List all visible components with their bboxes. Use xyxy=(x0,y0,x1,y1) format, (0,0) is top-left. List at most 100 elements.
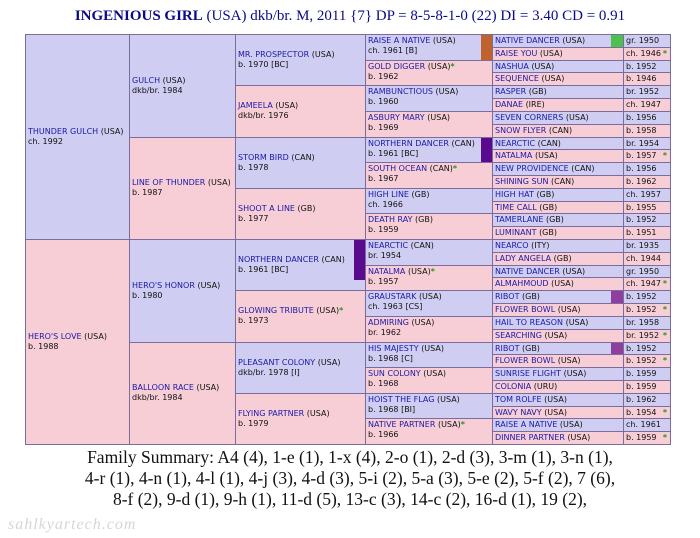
horse-name[interactable]: SUNRISE FLIGHT xyxy=(495,369,561,378)
horse-name[interactable]: LINE OF THUNDER xyxy=(132,178,205,187)
horse-info: br. 1962 xyxy=(368,327,402,337)
horse-name[interactable]: SUN COLONY xyxy=(368,369,421,378)
horse-name[interactable]: WAVY NAVY xyxy=(495,408,542,417)
horse-name[interactable]: LADY ANGELA xyxy=(495,254,551,263)
horse-name[interactable]: ASBURY MARY xyxy=(368,113,425,122)
horse-name[interactable]: GLOWING TRIBUTE xyxy=(238,306,314,315)
pedigree-cell-g5: NEW PROVIDENCE (CAN) b. 1956 xyxy=(492,162,671,176)
horse-info-column: br. 1935 [BC] xyxy=(623,240,670,252)
horse-country: (GB) xyxy=(545,215,564,225)
star-marker: * xyxy=(662,356,667,366)
star-marker: * xyxy=(662,279,667,289)
horse-country: (GB) xyxy=(553,253,572,263)
pedigree-cell-g5: TIME CALL (GB) b. 1955 xyxy=(492,200,671,215)
pedigree-cell-g3: JAMEELA (USA) dkb/br. 1976 xyxy=(235,85,366,138)
horse-name[interactable]: NASHUA xyxy=(495,62,529,71)
horse-name[interactable]: BALLOON RACE xyxy=(132,383,194,392)
horse-name[interactable]: NORTHERN DANCER xyxy=(238,255,319,264)
horse-info-column: b. 1959 xyxy=(623,368,670,380)
horse-name[interactable]: HOIST THE FLAG xyxy=(368,395,434,404)
horse-name[interactable]: SOUTH OCEAN xyxy=(368,164,427,173)
horse-name[interactable]: TIME CALL xyxy=(495,203,537,212)
horse-name[interactable]: RAISE YOU xyxy=(495,49,537,58)
star-marker: * xyxy=(662,330,667,340)
pedigree-cell-g5: SHINING SUN (CAN) b. 1962 xyxy=(492,174,671,189)
horse-country: (CAN) xyxy=(291,152,315,162)
horse-info: b. 1958 xyxy=(626,125,657,135)
star-marker: * xyxy=(452,164,458,174)
horse-name[interactable]: NEW PROVIDENCE xyxy=(495,164,569,173)
horse-name[interactable]: TAMERLANE xyxy=(495,215,543,224)
horse-info: b. 1960 xyxy=(368,97,399,107)
horse-name[interactable]: NATALMA xyxy=(495,151,532,160)
horse-name[interactable]: NEARCO xyxy=(495,241,529,250)
horse-country: (USA) xyxy=(432,36,456,45)
horse-name[interactable]: RASPER xyxy=(495,87,526,96)
horse-name[interactable]: SNOW FLYER xyxy=(495,126,546,135)
horse-name[interactable]: NATIVE DANCER xyxy=(495,267,560,276)
horse-name[interactable]: SEQUENCE xyxy=(495,74,539,83)
horse-country: (GB) xyxy=(522,343,540,353)
horse-name[interactable]: RIBOT xyxy=(495,292,519,301)
pedigree-cell-g4: GRAUSTARK (USA) ch. 1963 [CS] xyxy=(365,290,493,317)
horse-name[interactable]: RAISE A NATIVE xyxy=(368,36,430,45)
horse-name[interactable]: TOM ROLFE xyxy=(495,395,542,404)
horse-name[interactable]: HERO'S HONOR xyxy=(132,281,195,290)
horse-name[interactable]: PLEASANT COLONY xyxy=(238,358,315,367)
horse-name[interactable]: GOLD DIGGER xyxy=(368,62,425,71)
horse-info: b. 1962 xyxy=(626,176,657,186)
horse-name[interactable]: NATALMA xyxy=(368,267,405,276)
horse-name[interactable]: MR. PROSPECTOR xyxy=(238,50,309,59)
horse-name[interactable]: COLONIA xyxy=(495,382,531,391)
horse-info: br. 1954 xyxy=(626,138,660,148)
horse-name[interactable]: DEATH RAY xyxy=(368,215,412,224)
horse-info-column: b. 1954 * xyxy=(623,406,670,419)
horse-name[interactable]: ALMAHMOUD xyxy=(495,279,549,288)
horse-name[interactable]: SHOOT A LINE xyxy=(238,204,295,213)
horse-name[interactable]: DINNER PARTNER xyxy=(495,433,565,442)
pedigree-chart: THUNDER GULCH (USA) ch. 1992 HERO'S LOVE (… xyxy=(25,34,671,445)
horse-info-column: b. 1959 * xyxy=(623,432,670,444)
horse-name[interactable]: NORTHERN DANCER xyxy=(368,139,449,148)
horse-name[interactable]: RIBOT xyxy=(495,344,519,353)
horse-info: b. 1957 xyxy=(626,151,657,161)
horse-name[interactable]: SEVEN CORNERS xyxy=(495,113,563,122)
horse-name[interactable]: NATIVE PARTNER xyxy=(368,420,435,429)
horse-name[interactable]: GULCH xyxy=(132,76,160,85)
horse-name[interactable]: SEARCHING xyxy=(495,331,542,340)
horse-name[interactable]: THUNDER GULCH xyxy=(28,127,98,136)
horse-name[interactable]: NEARCTIC xyxy=(368,241,408,250)
horse-name[interactable]: RAISE A NATIVE xyxy=(495,420,557,429)
star-marker: * xyxy=(450,61,455,71)
pedigree-cell-g5: FLOWER BOWL (USA) b. 1952 * xyxy=(492,354,671,369)
horse-name[interactable]: DANAE xyxy=(495,100,523,109)
horse-name[interactable]: FLYING PARTNER xyxy=(238,409,304,418)
horse-name[interactable]: HERO'S LOVE xyxy=(28,332,82,341)
horse-name[interactable]: HIGH LINE xyxy=(368,190,409,199)
horse-country: (USA) xyxy=(544,394,567,404)
pedigree-cell-g5: SEQUENCE (USA) b. 1946 xyxy=(492,72,671,87)
horse-name[interactable]: LUMINANT xyxy=(495,228,537,237)
pedigree-title: INGENIOUS GIRL (USA) dkb/br. M, 2011 {7}… xyxy=(0,8,700,25)
horse-info: b. 1956 xyxy=(626,112,657,122)
horse-country: (USA) xyxy=(531,61,555,71)
horse-name[interactable]: HAIL TO REASON xyxy=(495,318,563,327)
horse-name[interactable]: JAMEELA xyxy=(238,101,273,110)
horse-name[interactable]: STORM BIRD xyxy=(238,153,289,162)
pedigree-cell-g5: ALMAHMOUD (USA) ch. 1947 * xyxy=(492,277,671,292)
horse-name[interactable]: HIGH HAT xyxy=(495,190,534,199)
horse-name[interactable]: GRAUSTARK xyxy=(368,292,416,301)
horse-name[interactable]: HIS MAJESTY xyxy=(368,344,419,353)
horse-name[interactable]: NATIVE DANCER xyxy=(495,36,560,45)
horse-country: (USA) xyxy=(411,317,435,327)
horse-info-column: ch. 1946 * xyxy=(623,47,670,60)
horse-name[interactable]: RAMBUNCTIOUS xyxy=(368,87,433,96)
horse-name[interactable]: ADMIRING xyxy=(368,318,409,327)
horse-name[interactable]: FLOWER BOWL xyxy=(495,356,555,365)
horse-name[interactable]: FLOWER BOWL xyxy=(495,305,555,314)
horse-name[interactable]: NEARCTIC xyxy=(495,139,535,148)
horse-name[interactable]: SHINING SUN xyxy=(495,177,548,186)
horse-info: b. 1959 xyxy=(626,369,657,379)
pedigree-cell-g2: HERO'S HONOR (USA) b. 1980 xyxy=(129,239,236,343)
star-marker: * xyxy=(460,420,465,430)
